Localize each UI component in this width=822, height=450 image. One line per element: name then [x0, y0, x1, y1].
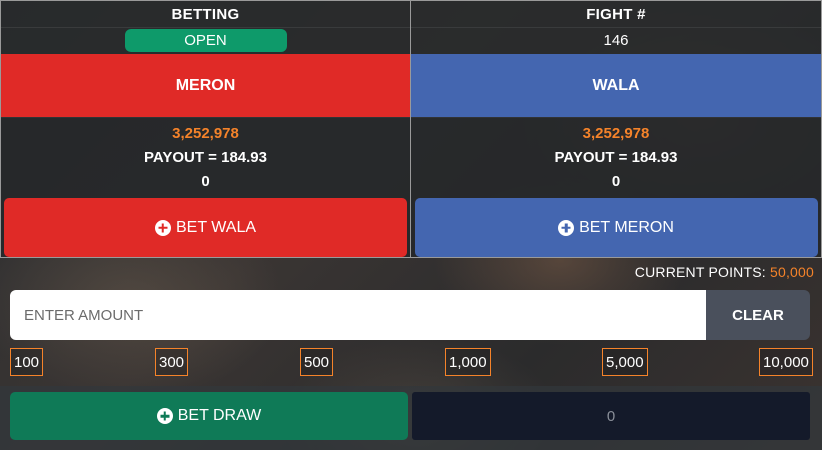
status-row: OPEN 146	[0, 27, 822, 55]
current-points-value: 50,000	[769, 264, 814, 280]
draw-row: BET DRAW 0	[0, 386, 822, 450]
status-badge: OPEN	[124, 29, 287, 52]
stats-row: 3,252,978 PAYOUT = 184.93 0 BET WALA 3,2…	[0, 117, 822, 258]
meron-my-bet: 0	[201, 173, 210, 190]
current-points-label: CURRENT POINTS:	[634, 264, 766, 280]
wala-total-bets: 3,252,978	[582, 125, 650, 142]
bet-draw-button[interactable]: BET DRAW	[10, 392, 408, 440]
quick-amount-500[interactable]: 500	[300, 348, 334, 376]
clear-button[interactable]: CLEAR	[706, 290, 810, 340]
current-points: CURRENT POINTS: 50,000	[635, 264, 814, 280]
meron-stats: 3,252,978 PAYOUT = 184.93 0 BET WALA	[0, 117, 411, 258]
draw-amount-display: 0	[412, 392, 810, 440]
fight-number-header: FIGHT #	[411, 0, 822, 28]
header-row: BETTING FIGHT #	[0, 0, 822, 28]
plus-circle-icon	[558, 219, 575, 236]
quick-amount-10000[interactable]: 10,000	[759, 348, 813, 376]
betting-panel: BETTING FIGHT # OPEN 146 MERON WALA 3,25…	[0, 0, 822, 450]
sides-row: MERON WALA	[0, 54, 822, 118]
bet-meron-label: BET MERON	[579, 218, 674, 236]
quick-amount-300[interactable]: 300	[155, 348, 189, 376]
bet-wala-label: BET WALA	[175, 218, 257, 236]
wala-side-label: WALA	[411, 54, 822, 118]
bet-meron-button[interactable]: BET MERON	[414, 198, 818, 257]
amount-input-group: CLEAR	[10, 290, 810, 340]
plus-circle-icon	[154, 219, 171, 236]
quick-amount-1000[interactable]: 1,000	[445, 348, 491, 376]
plus-circle-icon	[156, 408, 173, 424]
betting-header: BETTING	[0, 0, 411, 28]
quick-amount-100[interactable]: 100	[10, 348, 44, 376]
meron-side-label: MERON	[0, 54, 411, 118]
quick-amount-5000[interactable]: 5,000	[602, 348, 648, 376]
betting-status-cell: OPEN	[0, 27, 411, 55]
amount-input[interactable]	[10, 290, 706, 340]
bet-draw-label: BET DRAW	[177, 407, 262, 424]
bet-wala-button[interactable]: BET WALA	[4, 198, 407, 257]
meron-total-bets: 3,252,978	[172, 125, 239, 142]
wala-my-bet: 0	[611, 173, 621, 190]
wala-stats: 3,252,978 PAYOUT = 184.93 0 BET MERON	[411, 117, 822, 258]
meron-payout: PAYOUT = 184.93	[144, 149, 267, 166]
bet-draw-content: BET DRAW	[156, 407, 262, 425]
wala-payout: PAYOUT = 184.93	[554, 149, 678, 166]
fight-number-value: 146	[411, 27, 822, 55]
